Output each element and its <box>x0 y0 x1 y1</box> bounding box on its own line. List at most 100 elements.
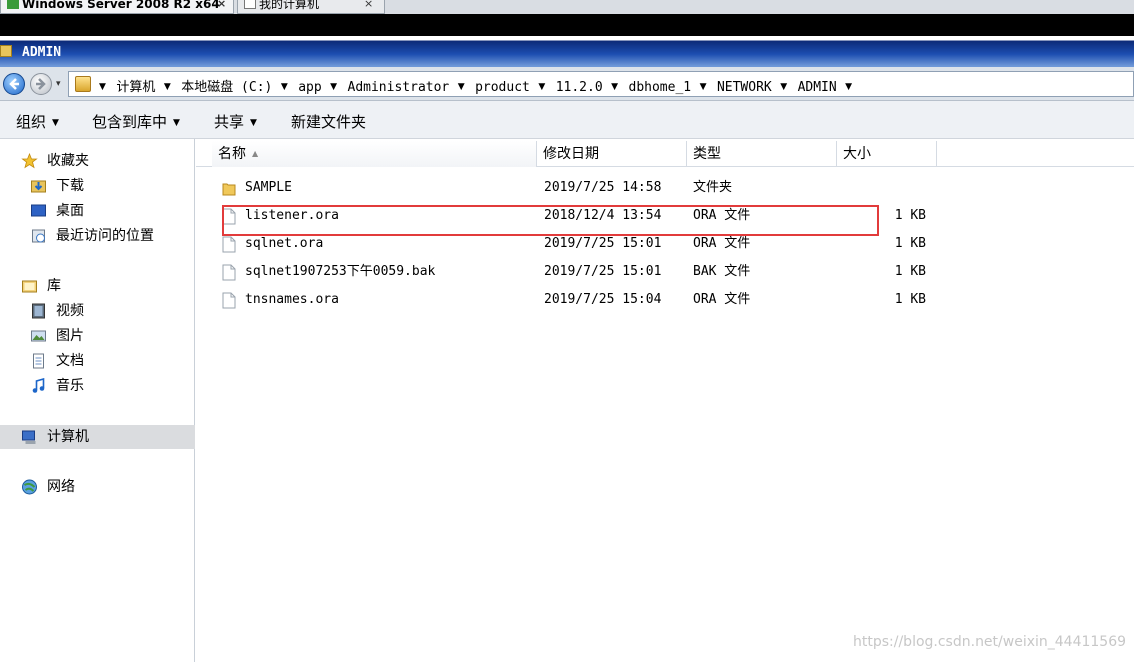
file-date: 2018/12/4 13:54 <box>544 208 662 223</box>
chevron-down-icon: ▼ <box>250 118 257 128</box>
breadcrumb-item[interactable]: product <box>475 80 530 95</box>
breadcrumb-item[interactable]: NETWORK <box>717 80 772 95</box>
nav-label: 文档 <box>56 353 84 369</box>
breadcrumb-item[interactable]: 计算机 <box>116 76 155 95</box>
nav-label: 网络 <box>47 479 75 495</box>
breadcrumb-arrow[interactable]: ▼ <box>281 82 288 92</box>
share-button[interactable]: 共享 ▼ <box>214 111 257 132</box>
nav-label: 音乐 <box>56 378 84 394</box>
nav-label: 图片 <box>56 328 84 344</box>
close-icon[interactable]: × <box>364 0 373 12</box>
nav-label: 库 <box>47 278 61 294</box>
video-icon <box>32 303 45 319</box>
include-label: 包含到库中 <box>92 113 168 131</box>
vm-tab-strip: Windows Server 2008 R2 x64 × 我的计算机 × <box>0 0 1134 14</box>
breadcrumb-item[interactable]: ADMIN <box>798 80 837 95</box>
column-date-header[interactable]: 修改日期 <box>537 141 687 167</box>
breadcrumb-arrow[interactable]: ▼ <box>611 82 618 92</box>
file-name: SAMPLE <box>245 180 292 195</box>
nav-label: 计算机 <box>47 429 89 445</box>
file-icon <box>222 292 236 309</box>
file-date: 2019/7/25 15:01 <box>544 236 662 251</box>
library-icon <box>22 280 37 293</box>
file-date: 2019/7/25 14:58 <box>544 180 662 195</box>
music-icon <box>32 378 45 393</box>
address-bar: ▾ ▼ 计算机 ▼ 本地磁盘 (C:) ▼ app ▼ Administrato… <box>0 67 1134 101</box>
file-type: BAK 文件 <box>693 264 751 279</box>
organize-button[interactable]: 组织 ▼ <box>16 111 59 132</box>
recent-pages-dropdown[interactable]: ▾ <box>56 79 61 89</box>
vm-icon <box>7 0 19 9</box>
star-icon <box>21 153 38 169</box>
breadcrumb-arrow[interactable]: ▼ <box>99 82 106 92</box>
address-box[interactable]: ▼ 计算机 ▼ 本地磁盘 (C:) ▼ app ▼ Administrator … <box>68 71 1134 97</box>
nav-label: 收藏夹 <box>47 153 89 169</box>
back-button[interactable] <box>3 73 25 95</box>
vm-console-bar <box>0 14 1134 36</box>
file-date: 2019/7/25 15:04 <box>544 292 662 307</box>
breadcrumb-item[interactable]: 11.2.0 <box>556 80 603 95</box>
back-arrow-icon <box>9 78 19 90</box>
folder-icon <box>222 183 236 196</box>
organize-label: 组织 <box>16 113 47 131</box>
tab-label: 我的计算机 <box>259 0 320 11</box>
new-folder-button[interactable]: 新建文件夹 <box>291 111 366 132</box>
file-row[interactable]: sqlnet1907253下午0059.bak 2019/7/25 15:01 … <box>212 260 932 284</box>
file-type: ORA 文件 <box>693 208 751 223</box>
file-row[interactable]: SAMPLE 2019/7/25 14:58 文件夹 <box>212 176 932 200</box>
breadcrumb-arrow[interactable]: ▼ <box>164 82 171 92</box>
breadcrumb-item[interactable]: 本地磁盘 (C:) <box>181 76 272 95</box>
tab-windows-server[interactable]: Windows Server 2008 R2 x64 × <box>0 0 234 14</box>
file-row[interactable]: sqlnet.ora 2019/7/25 15:01 ORA 文件 1 KB <box>212 232 932 256</box>
breadcrumb-item[interactable]: app <box>298 80 321 95</box>
file-name: listener.ora <box>245 208 339 223</box>
breadcrumb: ▼ 计算机 ▼ 本地磁盘 (C:) ▼ app ▼ Administrator … <box>99 76 858 95</box>
nav-label: 下载 <box>56 178 84 194</box>
recent-places-icon <box>32 229 45 243</box>
tab-label: Windows Server 2008 R2 x64 <box>22 0 220 11</box>
file-size: 1 KB <box>894 236 926 251</box>
file-size: 1 KB <box>894 208 926 223</box>
column-name-header[interactable]: 名称 ▲ <box>212 141 537 167</box>
navigation-pane: 收藏夹 下载 桌面 最近访问的位置 库 视频 图片 文档 音乐 计算机 网络 <box>0 139 195 662</box>
sort-ascending-icon: ▲ <box>252 149 259 158</box>
file-size: 1 KB <box>894 264 926 279</box>
folder-icon <box>75 76 91 92</box>
documents-icon <box>33 353 44 369</box>
forward-button[interactable] <box>30 73 52 95</box>
share-label: 共享 <box>214 113 245 131</box>
breadcrumb-arrow[interactable]: ▼ <box>780 82 787 92</box>
column-label: 名称 <box>218 146 246 162</box>
breadcrumb-arrow[interactable]: ▼ <box>458 82 465 92</box>
file-name: tnsnames.ora <box>245 292 339 307</box>
column-size-header[interactable]: 大小 <box>837 141 937 167</box>
include-in-library-button[interactable]: 包含到库中 ▼ <box>92 111 180 132</box>
file-row[interactable]: tnsnames.ora 2019/7/25 15:04 ORA 文件 1 KB <box>212 288 932 312</box>
file-icon <box>222 208 236 225</box>
breadcrumb-arrow[interactable]: ▼ <box>845 82 852 92</box>
close-icon[interactable]: × <box>217 0 226 12</box>
file-row[interactable]: listener.ora 2018/12/4 13:54 ORA 文件 1 KB <box>212 204 932 228</box>
file-icon <box>222 264 236 281</box>
file-icon <box>222 236 236 253</box>
command-bar: 组织 ▼ 包含到库中 ▼ 共享 ▼ 新建文件夹 <box>0 101 1134 139</box>
file-type: ORA 文件 <box>693 236 751 251</box>
breadcrumb-arrow[interactable]: ▼ <box>330 82 337 92</box>
file-date: 2019/7/25 15:01 <box>544 264 662 279</box>
window-title-bar[interactable]: ADMIN <box>0 36 1134 67</box>
nav-label: 视频 <box>56 303 84 319</box>
file-type: ORA 文件 <box>693 292 751 307</box>
breadcrumb-arrow[interactable]: ▼ <box>700 82 707 92</box>
breadcrumb-arrow[interactable]: ▼ <box>538 82 545 92</box>
computer-icon <box>244 0 256 9</box>
breadcrumb-item[interactable]: dbhome_1 <box>629 80 692 95</box>
column-type-header[interactable]: 类型 <box>687 141 837 167</box>
nav-label: 最近访问的位置 <box>56 228 154 244</box>
file-name: sqlnet.ora <box>245 236 324 251</box>
network-globe-icon <box>22 479 37 495</box>
tab-my-computer[interactable]: 我的计算机 × <box>237 0 385 14</box>
file-type: 文件夹 <box>693 180 733 195</box>
computer-icon <box>22 430 36 444</box>
chevron-down-icon: ▼ <box>52 118 59 128</box>
breadcrumb-item[interactable]: Administrator <box>348 80 450 95</box>
